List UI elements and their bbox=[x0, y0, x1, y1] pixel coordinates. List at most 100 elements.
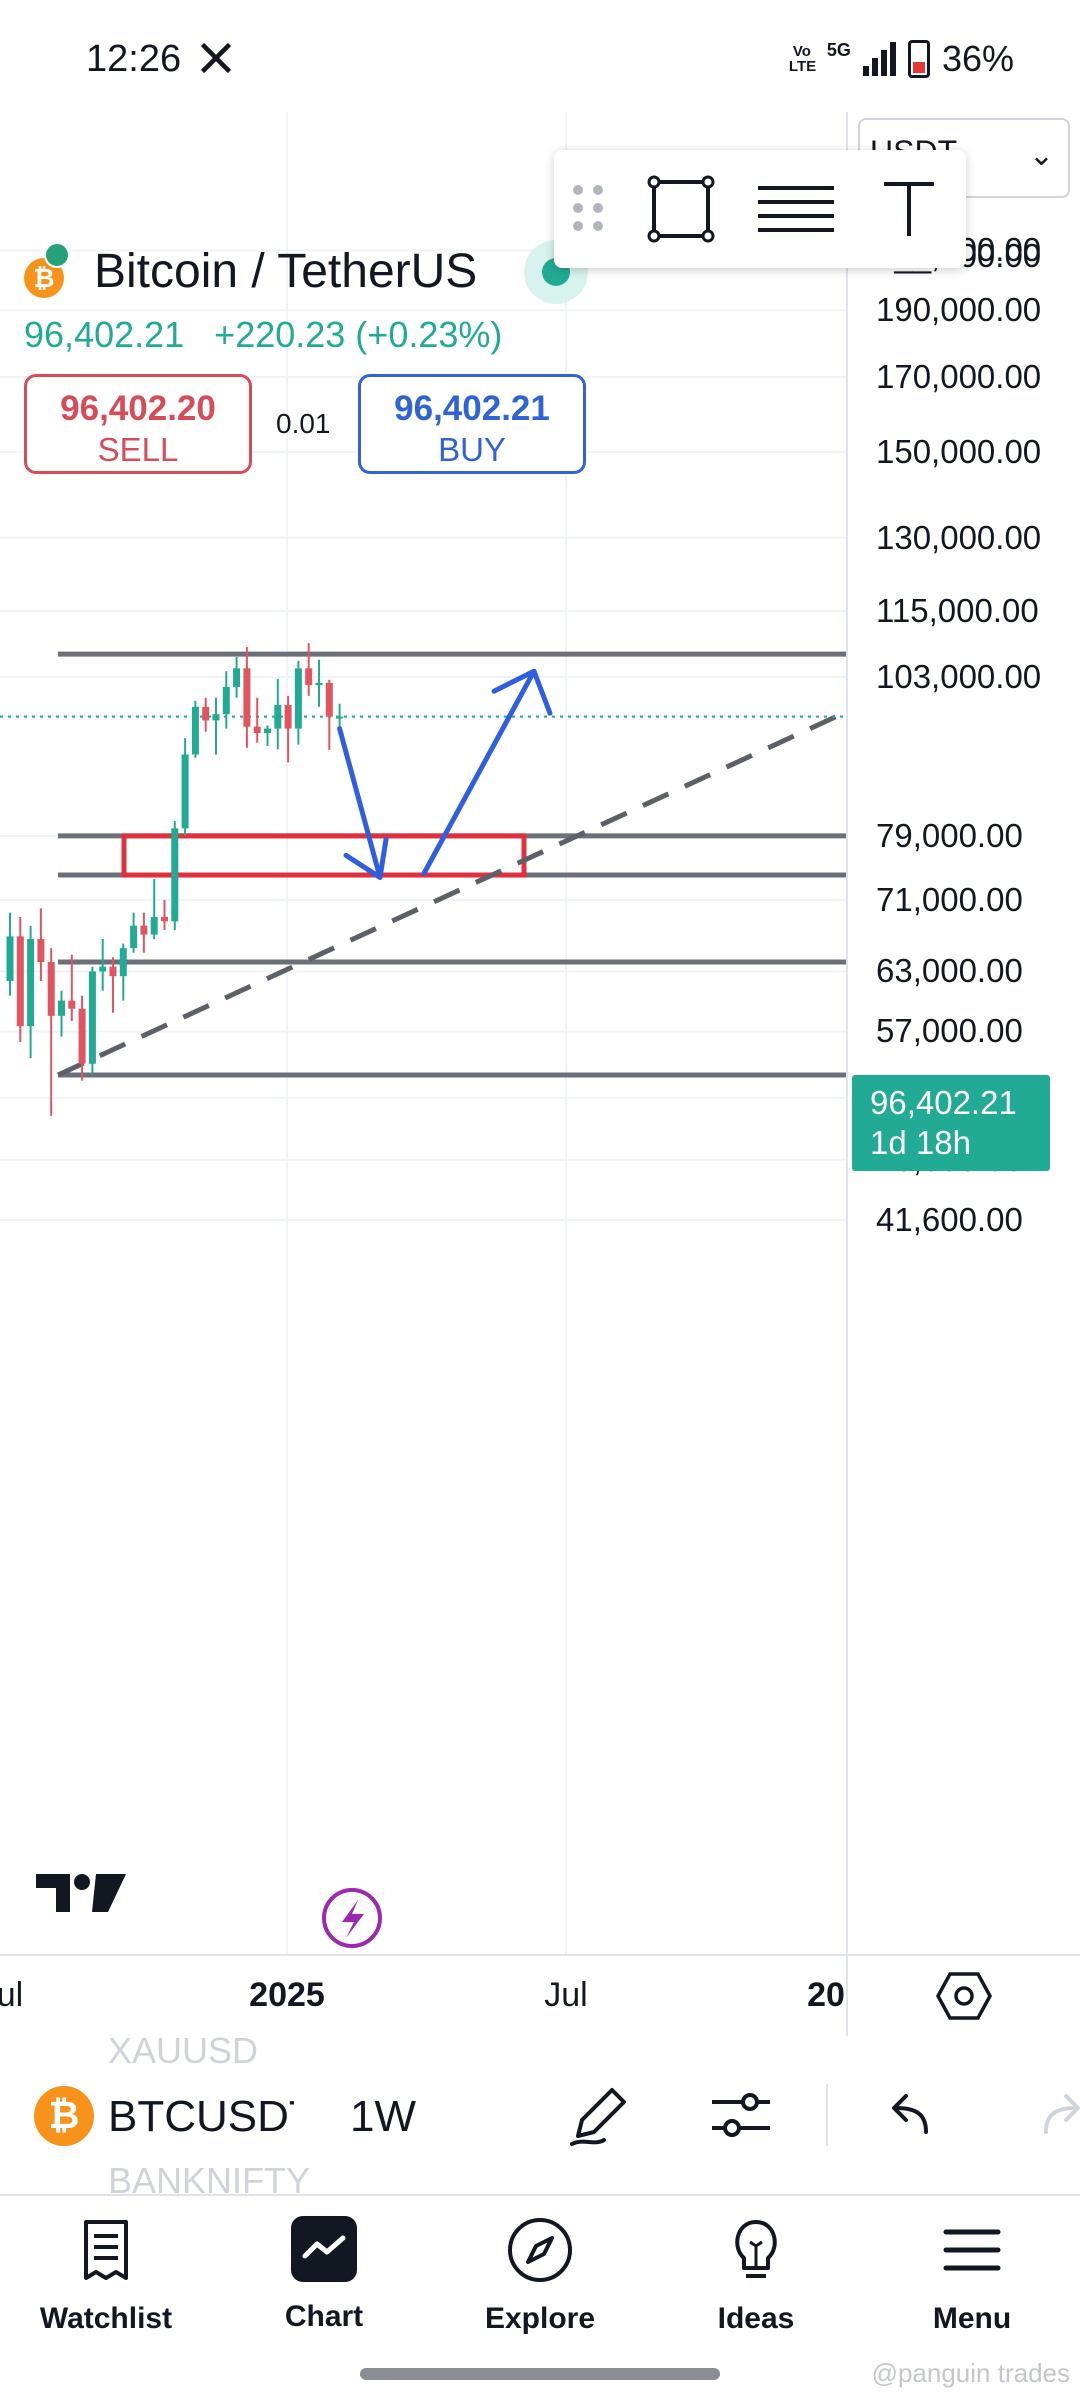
bitcoin-icon: ₿ bbox=[34, 2086, 94, 2146]
candle-up bbox=[130, 925, 138, 949]
candle-down bbox=[140, 925, 148, 935]
compass-icon bbox=[508, 2218, 572, 2282]
sell-button[interactable]: 96,402.20 SELL bbox=[24, 374, 252, 474]
pencil-icon[interactable] bbox=[564, 2080, 634, 2150]
price-axis-label: 79,000.00 bbox=[876, 816, 1023, 854]
chart-bottom-toolbar[interactable]: XAUUSD ₿ BTCUSDT BANKNIFTY 1W bbox=[0, 2034, 1080, 2196]
candle-down bbox=[161, 916, 168, 922]
candle-up bbox=[150, 916, 158, 935]
current-price-value: 96,402.21 bbox=[870, 1084, 1017, 1121]
price-axis-label: 170,000.00 bbox=[876, 357, 1042, 395]
nav-label: Chart bbox=[284, 2300, 364, 2333]
nav-explore[interactable]: Explore bbox=[440, 2216, 640, 2336]
candle-up bbox=[274, 704, 282, 729]
nav-label: Explore bbox=[484, 2302, 596, 2335]
buy-label: BUY bbox=[438, 431, 506, 468]
axis-divider bbox=[846, 1956, 848, 2036]
battery-percent: 36% bbox=[941, 38, 1014, 79]
text-icon[interactable] bbox=[874, 174, 944, 244]
candle-down bbox=[47, 962, 55, 1016]
interval-selector[interactable]: 1W bbox=[350, 2092, 416, 2142]
price-axis-label: 103,000.00 bbox=[876, 658, 1042, 695]
candle-down bbox=[325, 682, 333, 717]
candle-down bbox=[109, 966, 117, 977]
price-axis-label: 71,000.00 bbox=[876, 880, 1023, 918]
time-label-jul-prev: ul bbox=[0, 1976, 24, 2014]
indicators-icon[interactable] bbox=[706, 2080, 776, 2150]
candle-up bbox=[171, 828, 179, 922]
tradingview-logo-icon bbox=[36, 1874, 70, 1912]
watermark: @panguin trades bbox=[871, 2358, 1070, 2388]
status-indicators: Vo LTE 5G 36% bbox=[789, 38, 1014, 80]
horizontal-lines-icon[interactable] bbox=[754, 174, 838, 244]
ticker-symbol[interactable]: BTCUSDT bbox=[108, 2092, 294, 2142]
ticker-next[interactable]: BANKNIFTY bbox=[108, 2160, 310, 2194]
nav-menu[interactable]: Menu bbox=[872, 2216, 1072, 2336]
battery-icon bbox=[907, 40, 930, 78]
symbol-title: Bitcoin / TetherUS bbox=[94, 245, 478, 298]
candle-down bbox=[202, 706, 210, 721]
candle-up bbox=[6, 936, 14, 982]
rectangle-icon[interactable] bbox=[646, 174, 716, 244]
status-bar: 12:26 Vo LTE 5G 36% bbox=[0, 0, 1080, 112]
chart-settings-icon[interactable] bbox=[936, 1970, 992, 2022]
price-axis-label: 115,000.00 bbox=[876, 591, 1039, 629]
bar-countdown: 1d 18h bbox=[870, 1124, 971, 1161]
tradingview-logo-mark bbox=[92, 1874, 126, 1912]
time-label-2025: 2025 bbox=[249, 1976, 325, 2014]
candle-up bbox=[294, 668, 302, 729]
projection-arrowhead-down bbox=[343, 836, 389, 880]
chart-canvas[interactable]: ₿ Bitcoin / TetherUS 96,402.21 +220.23 (… bbox=[0, 112, 846, 1954]
buy-price: 96,402.21 bbox=[394, 389, 550, 428]
price-axis-label: 63,000.00 bbox=[876, 952, 1023, 990]
chevron-down-icon: ⌄ bbox=[1028, 139, 1054, 172]
candle-up bbox=[119, 948, 127, 977]
candle-up bbox=[191, 706, 199, 755]
trade-quantity[interactable]: 0.01 bbox=[276, 408, 331, 440]
nav-label: Ideas bbox=[717, 2302, 795, 2335]
candle-up bbox=[27, 939, 35, 1027]
tether-icon bbox=[44, 242, 70, 268]
candle-down bbox=[37, 939, 45, 963]
candle-up bbox=[315, 682, 323, 686]
lightbulb-icon bbox=[735, 2220, 777, 2278]
x-app-icon bbox=[200, 42, 232, 74]
current-price-label: 96,402.21 1d 18h bbox=[852, 1075, 1050, 1171]
ticker-prev[interactable]: XAUUSD bbox=[108, 2034, 258, 2072]
price-axis-label: 130,000.00 bbox=[876, 518, 1042, 556]
nav-ideas[interactable]: Ideas bbox=[656, 2216, 856, 2336]
candle-down bbox=[243, 668, 251, 727]
tradingview-logo-dot bbox=[74, 1874, 90, 1890]
signal-icon bbox=[862, 42, 896, 76]
price-axis[interactable]: 2__,000.00 210,000.00190,000.00170,000.0… bbox=[846, 112, 1080, 1954]
price-axis-label: 57,000.00 bbox=[876, 1012, 1023, 1050]
nav-watchlist[interactable]: Watchlist bbox=[6, 2216, 206, 2336]
drag-handle-icon[interactable] bbox=[568, 174, 608, 244]
chart-icon bbox=[291, 2216, 357, 2282]
nav-label: Watchlist bbox=[39, 2302, 173, 2335]
buy-button[interactable]: 96,402.21 BUY bbox=[358, 374, 586, 474]
candle-down bbox=[78, 1008, 86, 1064]
support-zone-rectangle bbox=[121, 833, 527, 878]
candle-down bbox=[305, 668, 313, 686]
candle-up bbox=[58, 1000, 65, 1016]
candle-down bbox=[16, 936, 24, 1027]
price-axis-label: 41,600.00 bbox=[876, 1201, 1023, 1239]
price-change: +220.23 (+0.23%) bbox=[214, 314, 503, 355]
time-label-jul: Jul bbox=[544, 1976, 588, 2014]
watchlist-icon bbox=[84, 2220, 128, 2280]
nav-chart[interactable]: Chart bbox=[224, 2216, 424, 2334]
toolbar-divider bbox=[826, 2084, 828, 2146]
redo-icon[interactable] bbox=[1026, 2080, 1080, 2150]
undo-icon[interactable] bbox=[876, 2080, 946, 2150]
price-axis-label: 150,000.00 bbox=[876, 432, 1042, 470]
time-label-next-year: 20 bbox=[807, 1976, 845, 2014]
time-axis[interactable]: ul 2025 Jul 20 bbox=[0, 1954, 1080, 2036]
candle-up bbox=[233, 668, 241, 687]
candle-up bbox=[181, 754, 189, 829]
home-indicator[interactable] bbox=[360, 2368, 720, 2380]
last-price: 96,402.21 bbox=[24, 314, 185, 355]
drawing-toolbar[interactable] bbox=[554, 150, 966, 268]
volte-icon: Vo LTE bbox=[788, 43, 817, 75]
sell-price: 96,402.20 bbox=[60, 389, 216, 428]
